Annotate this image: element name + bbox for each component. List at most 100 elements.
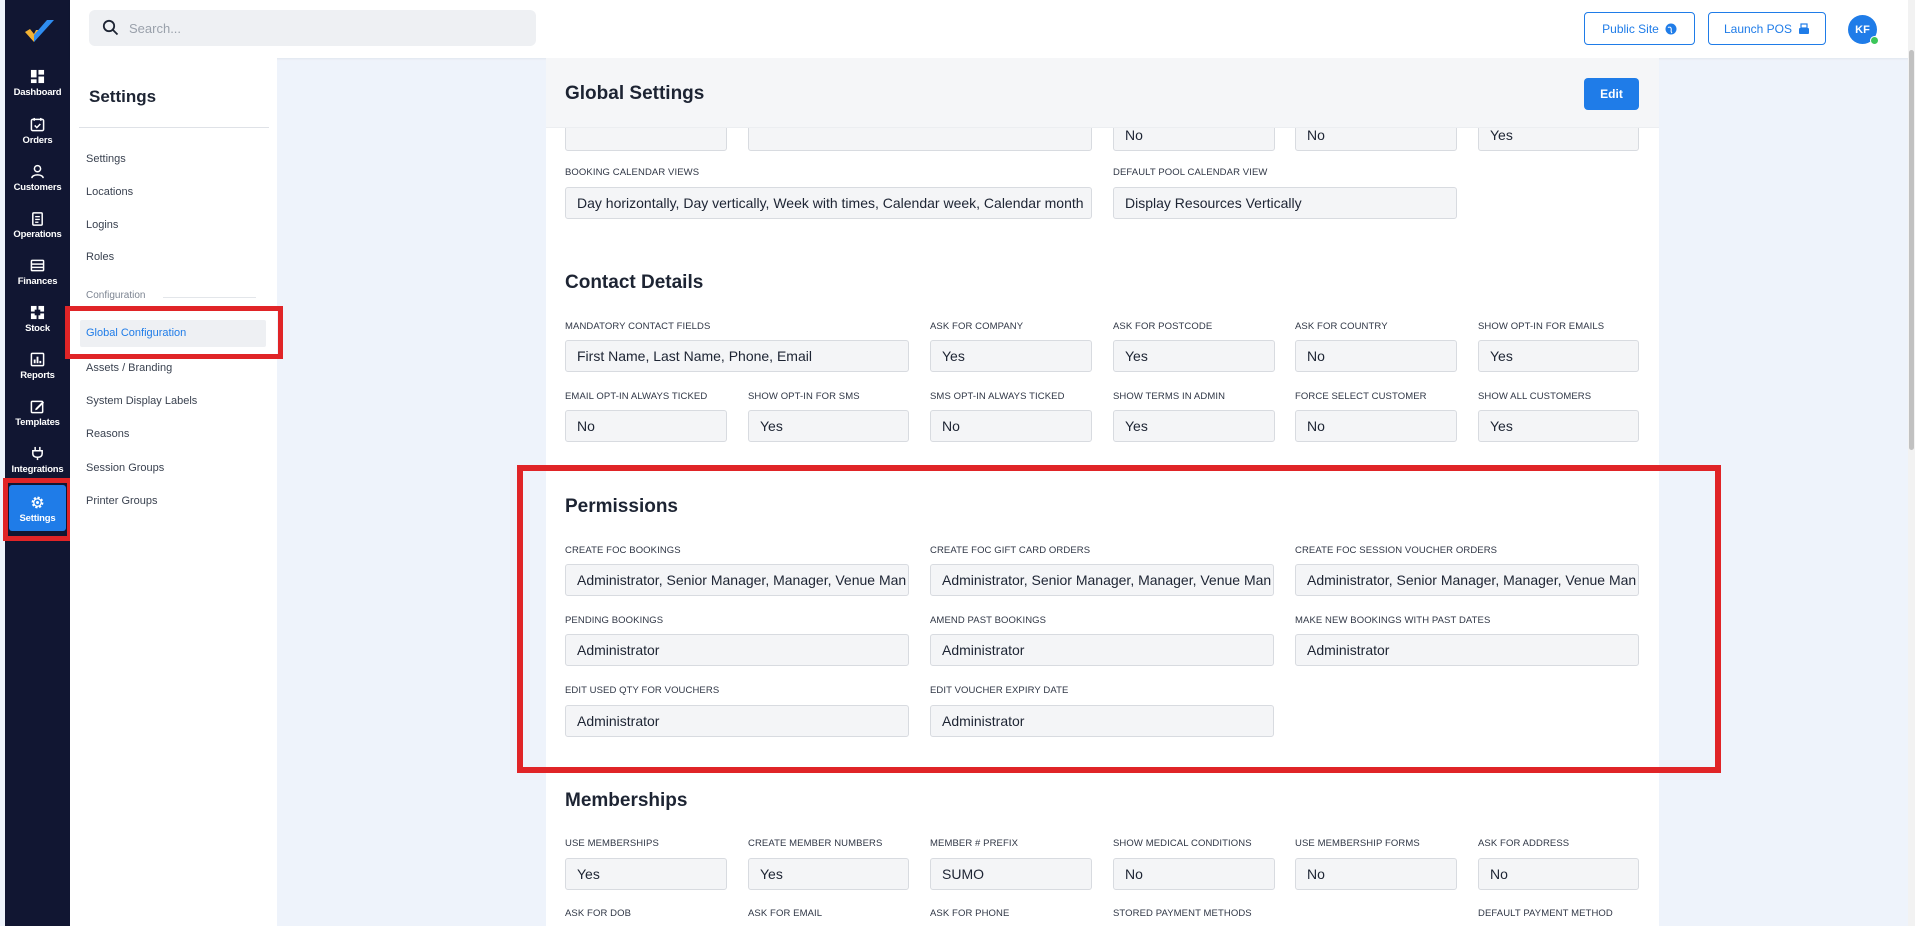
- reports-icon: [30, 352, 45, 367]
- field-label: ASK FOR DOB: [565, 908, 632, 919]
- subnav-title: Settings: [89, 87, 157, 106]
- dashboard-icon: [30, 69, 45, 84]
- global-configuration-highlight-box: [65, 306, 283, 359]
- online-status-dot: [1870, 36, 1879, 45]
- field-label: ASK FOR ADDRESS: [1478, 838, 1570, 849]
- sms-opt-in-ticked-field[interactable]: No: [930, 410, 1092, 442]
- app-logo-icon[interactable]: [21, 16, 57, 46]
- field-label: SHOW MEDICAL CONDITIONS: [1113, 838, 1252, 849]
- show-opt-in-emails-field[interactable]: Yes: [1478, 340, 1639, 372]
- launch-pos-label: Launch POS: [1723, 21, 1793, 36]
- scrollbar-thumb[interactable]: [1909, 50, 1914, 450]
- default-pool-calendar-view-field[interactable]: Display Resources Vertically: [1113, 187, 1457, 219]
- show-medical-conditions-field[interactable]: No: [1113, 858, 1275, 890]
- rail-label: Finances: [17, 276, 58, 287]
- field-label: CREATE MEMBER NUMBERS: [748, 838, 883, 849]
- rail-label: Orders: [22, 135, 53, 146]
- memberships-heading: Memberships: [565, 790, 688, 811]
- rail-label: Operations: [13, 229, 62, 240]
- globe-icon: [1665, 23, 1677, 34]
- field-label: SHOW TERMS IN ADMIN: [1113, 391, 1226, 402]
- subnav-item-roles[interactable]: Roles: [86, 251, 114, 263]
- booking-calendar-views-field[interactable]: Day horizontally, Day vertically, Week w…: [565, 187, 1092, 219]
- rail-item-stock[interactable]: Stock: [5, 305, 70, 351]
- field-label: SHOW OPT-IN FOR EMAILS: [1478, 321, 1605, 332]
- ask-for-country-field[interactable]: No: [1295, 340, 1457, 372]
- subnav-section-divider: [163, 297, 256, 298]
- rail-label: Dashboard: [13, 87, 62, 98]
- rail-item-customers[interactable]: Customers: [5, 164, 70, 210]
- create-member-numbers-field[interactable]: Yes: [748, 858, 909, 890]
- search-icon: [102, 19, 119, 36]
- field-label: FORCE SELECT CUSTOMER: [1295, 391, 1427, 402]
- plug-icon: [32, 446, 43, 461]
- subnav-item-assets-branding[interactable]: Assets / Branding: [86, 362, 172, 374]
- search-input[interactable]: [129, 10, 524, 46]
- rail-label: Customers: [13, 182, 62, 193]
- mandatory-contact-fields-field[interactable]: First Name, Last Name, Phone, Email: [565, 340, 909, 372]
- rail-item-dashboard[interactable]: Dashboard: [5, 69, 70, 115]
- field-label: ASK FOR POSTCODE: [1113, 321, 1213, 332]
- top-bar: Public Site Launch POS KF: [70, 0, 1915, 58]
- calendar-check-icon: [30, 117, 45, 132]
- email-opt-in-ticked-field[interactable]: No: [565, 410, 727, 442]
- subnav-item-reasons[interactable]: Reasons: [86, 428, 129, 440]
- app-rail: Dashboard Orders Customers Operations Fi…: [5, 0, 70, 926]
- subnav-item-locations[interactable]: Locations: [86, 186, 133, 198]
- show-all-customers-field[interactable]: Yes: [1478, 410, 1639, 442]
- field-label: STORED PAYMENT METHODS: [1113, 908, 1252, 919]
- finance-icon: [30, 259, 45, 272]
- subnav-item-session-groups[interactable]: Session Groups: [86, 462, 164, 474]
- ask-for-postcode-field[interactable]: Yes: [1113, 340, 1275, 372]
- search-box[interactable]: [89, 10, 536, 46]
- page-title: Global Settings: [565, 83, 705, 104]
- rail-label: Reports: [20, 370, 55, 381]
- rail-item-reports[interactable]: Reports: [5, 352, 70, 398]
- show-terms-in-admin-field[interactable]: Yes: [1113, 410, 1275, 442]
- rail-item-finances[interactable]: Finances: [5, 258, 70, 304]
- field-label: ASK FOR EMAIL: [748, 908, 823, 919]
- clipboard-icon: [32, 212, 43, 226]
- rail-item-templates[interactable]: Templates: [5, 399, 70, 445]
- use-memberships-field[interactable]: Yes: [565, 858, 727, 890]
- rail-item-operations[interactable]: Operations: [5, 211, 70, 257]
- subnav-item-system-display-labels[interactable]: System Display Labels: [86, 395, 197, 407]
- field-label: MANDATORY CONTACT FIELDS: [565, 321, 711, 332]
- card-header: Global Settings Edit: [546, 58, 1659, 128]
- subnav-item-printer-groups[interactable]: Printer Groups: [86, 495, 158, 507]
- rail-item-orders[interactable]: Orders: [5, 117, 70, 163]
- subnav-section-configuration: Configuration: [86, 290, 146, 301]
- launch-pos-button[interactable]: Launch POS: [1708, 12, 1826, 45]
- ask-for-address-field[interactable]: No: [1478, 858, 1639, 890]
- templates-icon: [30, 400, 45, 414]
- ask-for-company-field[interactable]: Yes: [930, 340, 1092, 372]
- field-label: ASK FOR COUNTRY: [1295, 321, 1388, 332]
- default-pool-calendar-view-label: DEFAULT POOL CALENDAR VIEW: [1113, 167, 1268, 178]
- field-label: USE MEMBERSHIP FORMS: [1295, 838, 1420, 849]
- use-membership-forms-field[interactable]: No: [1295, 858, 1457, 890]
- field-label: MEMBER # PREFIX: [930, 838, 1019, 849]
- rail-label: Templates: [15, 417, 60, 428]
- rail-label: Stock: [25, 323, 50, 334]
- booking-calendar-views-label: BOOKING CALENDAR VIEWS: [565, 167, 700, 178]
- stock-icon: [30, 305, 45, 320]
- force-select-customer-field[interactable]: No: [1295, 410, 1457, 442]
- pos-terminal-icon: [1799, 22, 1810, 34]
- contact-details-heading: Contact Details: [565, 272, 704, 293]
- field-label: ASK FOR PHONE: [930, 908, 1010, 919]
- permissions-highlight-box: [517, 465, 1721, 773]
- field-label: EMAIL OPT-IN ALWAYS TICKED: [565, 391, 708, 402]
- subnav-item-logins[interactable]: Logins: [86, 219, 118, 231]
- field-label: USE MEMBERSHIPS: [565, 838, 659, 849]
- user-icon: [31, 164, 44, 179]
- subnav-item-settings[interactable]: Settings: [86, 153, 126, 165]
- public-site-button[interactable]: Public Site: [1584, 12, 1695, 45]
- field-label: DEFAULT PAYMENT METHOD: [1478, 908, 1613, 919]
- member-prefix-field[interactable]: SUMO: [930, 858, 1092, 890]
- field-label: SMS OPT-IN ALWAYS TICKED: [930, 391, 1065, 402]
- public-site-label: Public Site: [1602, 21, 1659, 36]
- show-opt-in-sms-field[interactable]: Yes: [748, 410, 909, 442]
- edit-button[interactable]: Edit: [1584, 78, 1639, 110]
- rail-label: Integrations: [11, 464, 64, 475]
- subnav-divider: [79, 127, 269, 128]
